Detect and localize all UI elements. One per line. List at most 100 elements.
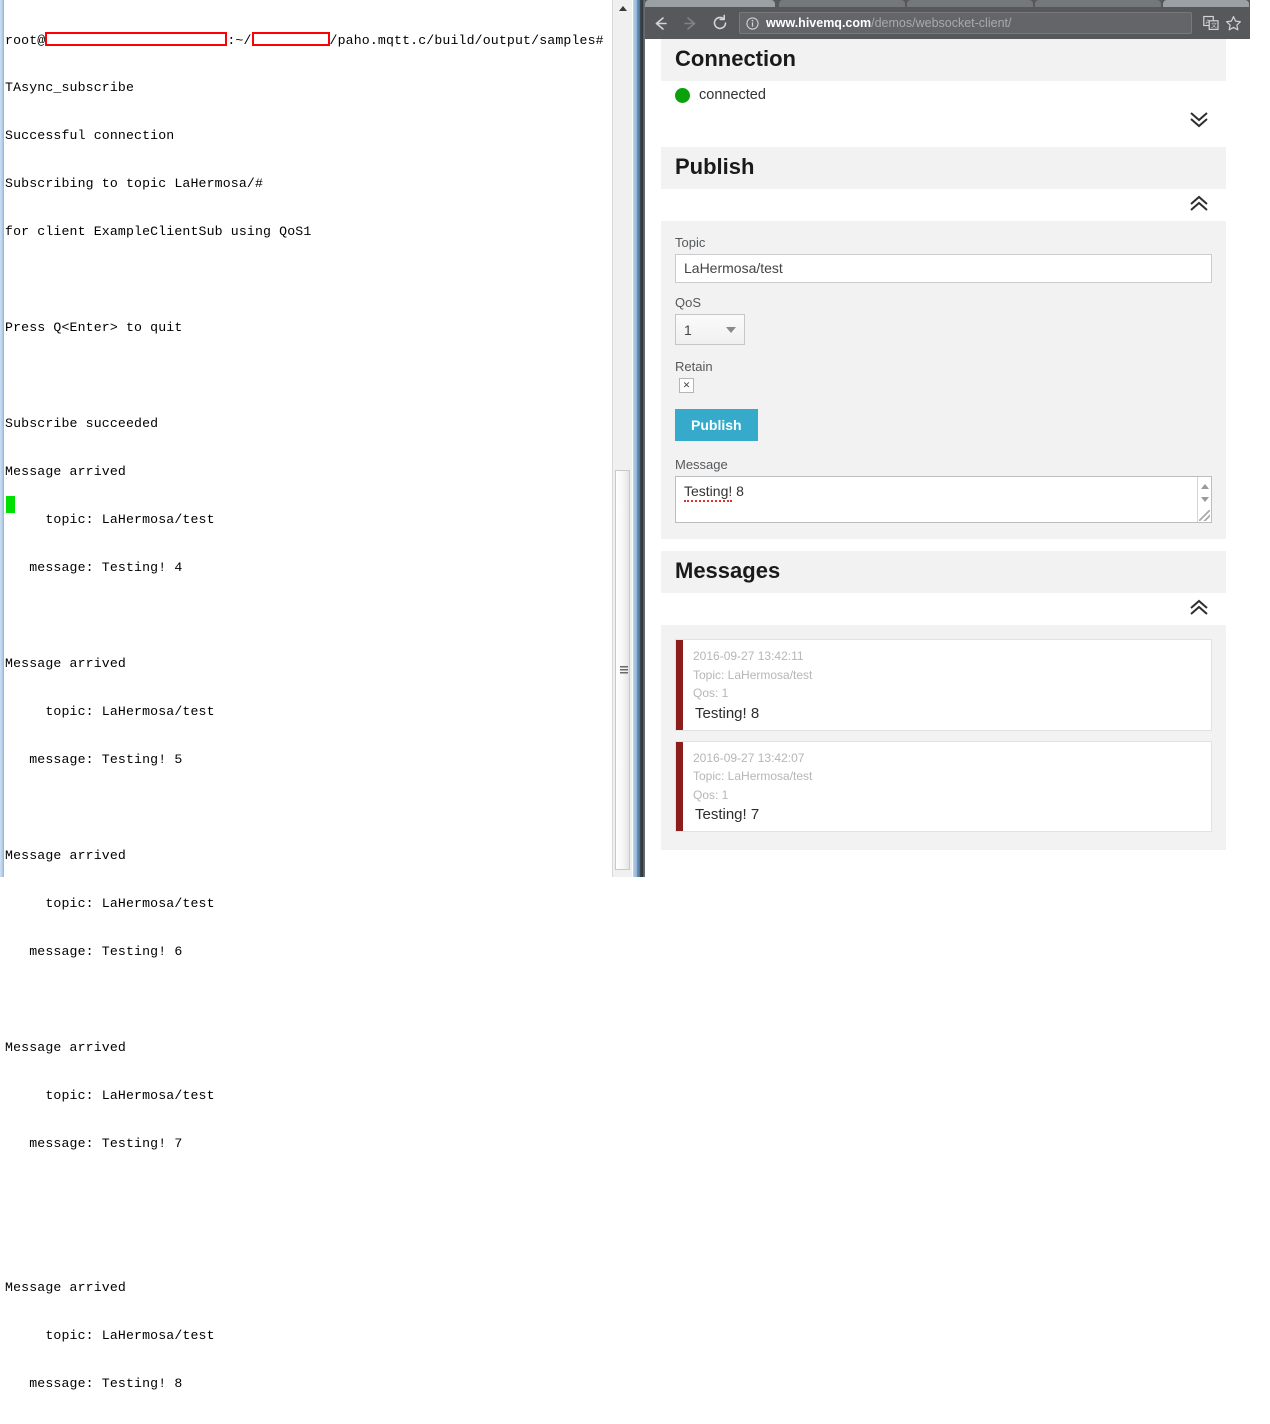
connection-panel-bar <box>661 103 1226 137</box>
message-payload: Testing! 7 <box>695 806 760 823</box>
terminal-line: topic: LaHermosa/test <box>5 1088 215 1103</box>
terminal-prompt-sep: :~/ <box>227 33 252 48</box>
url-domain: www.hivemq.com <box>766 16 872 30</box>
address-bar[interactable]: www.hivemq.com/demos/websocket-client/ <box>739 12 1192 34</box>
back-arrow-icon[interactable] <box>645 8 675 38</box>
terminal-line: Message arrived <box>5 656 126 671</box>
publish-panel-bar <box>661 189 1226 221</box>
scrollbar-grip-icon <box>620 666 628 674</box>
terminal-line: Subscribe succeeded <box>5 416 159 431</box>
terminal-scrollbar[interactable] <box>612 0 632 877</box>
url-path: /demos/websocket-client/ <box>871 16 1012 30</box>
star-icon[interactable] <box>1222 12 1244 34</box>
browser-window: www.hivemq.com/demos/websocket-client/ A… <box>645 0 1250 877</box>
message-topic: Topic: LaHermosa/test <box>693 667 813 682</box>
message-timestamp: 2016-09-27 13:42:11 <box>693 649 804 663</box>
scroll-up-arrow-icon[interactable] <box>613 0 632 17</box>
redacted-hostname <box>45 32 228 46</box>
terminal-cursor <box>6 496 15 513</box>
topic-input[interactable]: LaHermosa/test <box>675 254 1212 283</box>
redacted-directory <box>251 32 330 46</box>
terminal-line: Successful connection <box>5 128 175 143</box>
message-qos: Qos: 1 <box>693 686 729 700</box>
terminal-window: root@ :~/ /paho.mqtt.c/build/output/sample… <box>0 0 652 1391</box>
scroll-up-arrow-icon[interactable] <box>1201 484 1209 489</box>
message-card-body: 2016-09-27 13:42:11 Topic: LaHermosa/tes… <box>683 640 1211 730</box>
address-bar-text: www.hivemq.com/demos/websocket-client/ <box>766 16 1011 30</box>
messages-panel-bar <box>661 593 1226 625</box>
terminal-line: message: Testing! 4 <box>5 560 183 575</box>
reload-icon[interactable] <box>705 8 735 38</box>
message-card[interactable]: 2016-09-27 13:42:07 Topic: LaHermosa/tes… <box>675 740 1212 832</box>
message-timestamp: 2016-09-27 13:42:07 <box>693 750 805 765</box>
browser-tab[interactable] <box>1035 0 1161 7</box>
web-page-content: Connection connected Publish Topic LaHer… <box>645 39 1250 877</box>
chevron-down-icon <box>726 326 736 333</box>
terminal-line: Message arrived <box>5 1280 126 1295</box>
connection-status-label: connected <box>699 87 766 103</box>
publish-section-heading: Publish <box>661 147 1226 189</box>
message-qos: Qos: 1 <box>693 787 729 802</box>
terminal-line: Message arrived <box>5 464 126 479</box>
connection-section-heading: Connection <box>661 39 1226 81</box>
terminal-prompt-line: root@ :~/ /paho.mqtt.c/build/output/sample… <box>5 32 652 48</box>
message-accent-bar <box>676 741 683 831</box>
message-card[interactable]: 2016-09-27 13:42:11 Topic: LaHermosa/tes… <box>675 639 1212 731</box>
terminal-window-border <box>0 0 4 877</box>
message-textarea[interactable]: Testing! 8 <box>675 476 1212 523</box>
message-textarea-value: Testing! 8 <box>684 483 744 502</box>
message-label: Message <box>675 457 728 472</box>
browser-tab[interactable] <box>645 0 775 7</box>
message-topic: Topic: LaHermosa/test <box>693 769 813 783</box>
browser-tab-strip[interactable] <box>645 0 1250 7</box>
messages-list: 2016-09-27 13:42:11 Topic: LaHermosa/tes… <box>661 625 1226 850</box>
terminal-line: topic: LaHermosa/test <box>5 896 215 911</box>
chevron-double-down-icon[interactable] <box>1186 107 1212 133</box>
chevron-double-up-icon[interactable] <box>1186 189 1212 215</box>
qos-label: QoS <box>675 295 702 310</box>
browser-tab[interactable] <box>779 0 905 7</box>
publish-button[interactable]: Publish <box>675 409 758 441</box>
message-payload: Testing! 8 <box>695 704 760 722</box>
terminal-line: Subscribing to topic LaHermosa/# <box>5 176 264 191</box>
topic-label: Topic <box>675 235 706 250</box>
translate-icon[interactable]: A 文 <box>1200 12 1222 34</box>
connection-status: connected <box>661 81 1226 103</box>
message-card-body: 2016-09-27 13:42:07 Topic: LaHermosa/tes… <box>683 742 1211 832</box>
terminal-line: topic: LaHermosa/test <box>5 512 215 527</box>
terminal-prompt-user: root@ <box>5 33 46 48</box>
scroll-down-arrow-icon[interactable] <box>1201 497 1209 502</box>
messages-section-heading: Messages <box>661 551 1226 593</box>
qos-selected-value: 1 <box>684 321 692 338</box>
terminal-line: message: Testing! 6 <box>5 944 183 959</box>
browser-toolbar: www.hivemq.com/demos/websocket-client/ A… <box>645 7 1250 39</box>
chevron-double-up-icon[interactable] <box>1186 593 1212 619</box>
browser-tab[interactable] <box>907 0 1033 7</box>
browser-tab-active[interactable] <box>1163 0 1249 7</box>
terminal-command-tail: TAsync_subscribe <box>5 80 135 95</box>
forward-arrow-icon[interactable] <box>675 8 705 38</box>
terminal-line: Press Q<Enter> to quit <box>5 320 183 335</box>
terminal-prompt-path: /paho.mqtt.c/build/output/samples# <box>329 33 612 48</box>
terminal-line: message: Testing! 5 <box>5 752 183 767</box>
terminal-line: topic: LaHermosa/test <box>5 704 215 719</box>
connection-status-dot-icon <box>675 87 690 103</box>
qos-select[interactable]: 1 <box>675 314 745 345</box>
toolbar-actions: A 文 <box>1200 12 1250 34</box>
info-icon[interactable] <box>746 16 759 30</box>
svg-text:文: 文 <box>1211 22 1217 30</box>
retain-label: Retain <box>675 359 713 374</box>
terminal-scrollbar-thumb[interactable] <box>615 470 630 870</box>
terminal-line: Message arrived <box>5 1040 126 1055</box>
publish-form: Topic LaHermosa/test QoS 1 Retain ✕ Publ… <box>661 221 1226 539</box>
retain-checkbox[interactable]: ✕ <box>679 378 694 393</box>
terminal-line: topic: LaHermosa/test <box>5 1328 215 1343</box>
textarea-resize-handle[interactable] <box>1199 510 1210 521</box>
